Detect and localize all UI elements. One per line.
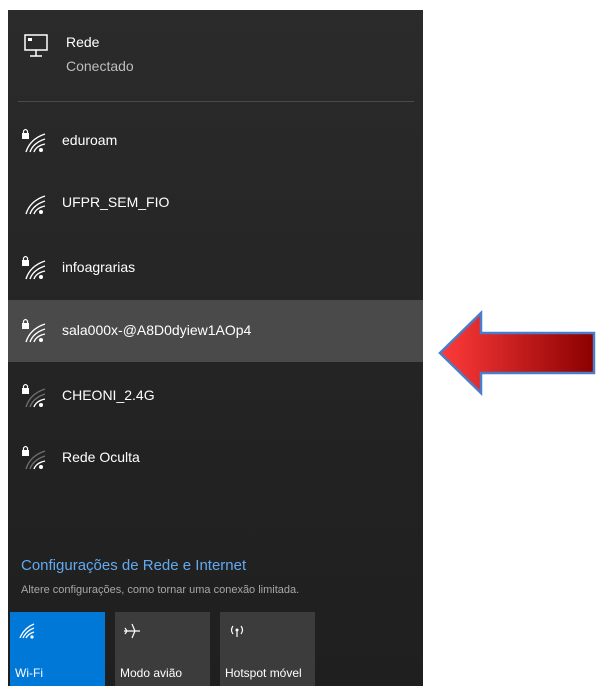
connection-status: Conectado <box>66 58 134 74</box>
wifi-locked-icon <box>20 254 48 282</box>
wifi-weak-locked-icon <box>20 382 48 410</box>
wifi-network-item[interactable]: CHEONI_2.4G <box>8 365 423 427</box>
wifi-icon <box>16 620 38 642</box>
airplane-icon <box>121 620 143 642</box>
divider <box>18 101 414 102</box>
ethernet-monitor-icon <box>22 32 50 60</box>
tile-label: Hotspot móvel <box>225 666 302 680</box>
mobile-hotspot-tile[interactable]: Hotspot móvel <box>220 612 315 686</box>
hotspot-icon <box>226 620 248 642</box>
wifi-network-item[interactable]: eduroam <box>8 110 423 172</box>
network-flyout: Rede Conectado eduroam UFPR_SEM_FIOinfoag… <box>8 10 423 686</box>
wifi-weak-locked-icon <box>20 444 48 472</box>
wifi-network-name: UFPR_SEM_FIO <box>62 194 170 210</box>
network-settings-link[interactable]: Configurações de Rede e Internet <box>21 557 246 574</box>
wifi-network-item[interactable]: sala000x-@A8D0dyiew1AOp4 <box>8 300 423 362</box>
wifi-network-name: eduroam <box>62 132 118 148</box>
wifi-network-name: Rede Oculta <box>62 449 140 465</box>
tile-label: Modo avião <box>120 666 183 680</box>
wifi-icon <box>20 189 48 217</box>
wifi-toggle-tile[interactable]: Wi-Fi <box>10 612 105 686</box>
network-settings-description: Altere configurações, como tornar uma co… <box>21 584 300 596</box>
wifi-network-item[interactable]: Rede Oculta <box>8 427 423 489</box>
left-arrow-annotation <box>438 310 596 396</box>
tile-label: Wi-Fi <box>15 666 43 680</box>
wifi-network-name: infoagrarias <box>62 259 136 275</box>
wifi-network-item[interactable]: infoagrarias <box>8 237 423 299</box>
wifi-locked-icon <box>20 127 48 155</box>
connected-network-header[interactable]: Rede Conectado <box>8 10 423 100</box>
airplane-mode-tile[interactable]: Modo avião <box>115 612 210 686</box>
wifi-locked-icon <box>20 317 48 345</box>
wifi-network-name: CHEONI_2.4G <box>62 387 155 403</box>
wifi-network-name: sala000x-@A8D0dyiew1AOp4 <box>62 322 252 338</box>
connected-network-name: Rede <box>66 34 100 50</box>
wifi-network-item[interactable]: UFPR_SEM_FIO <box>8 172 423 234</box>
